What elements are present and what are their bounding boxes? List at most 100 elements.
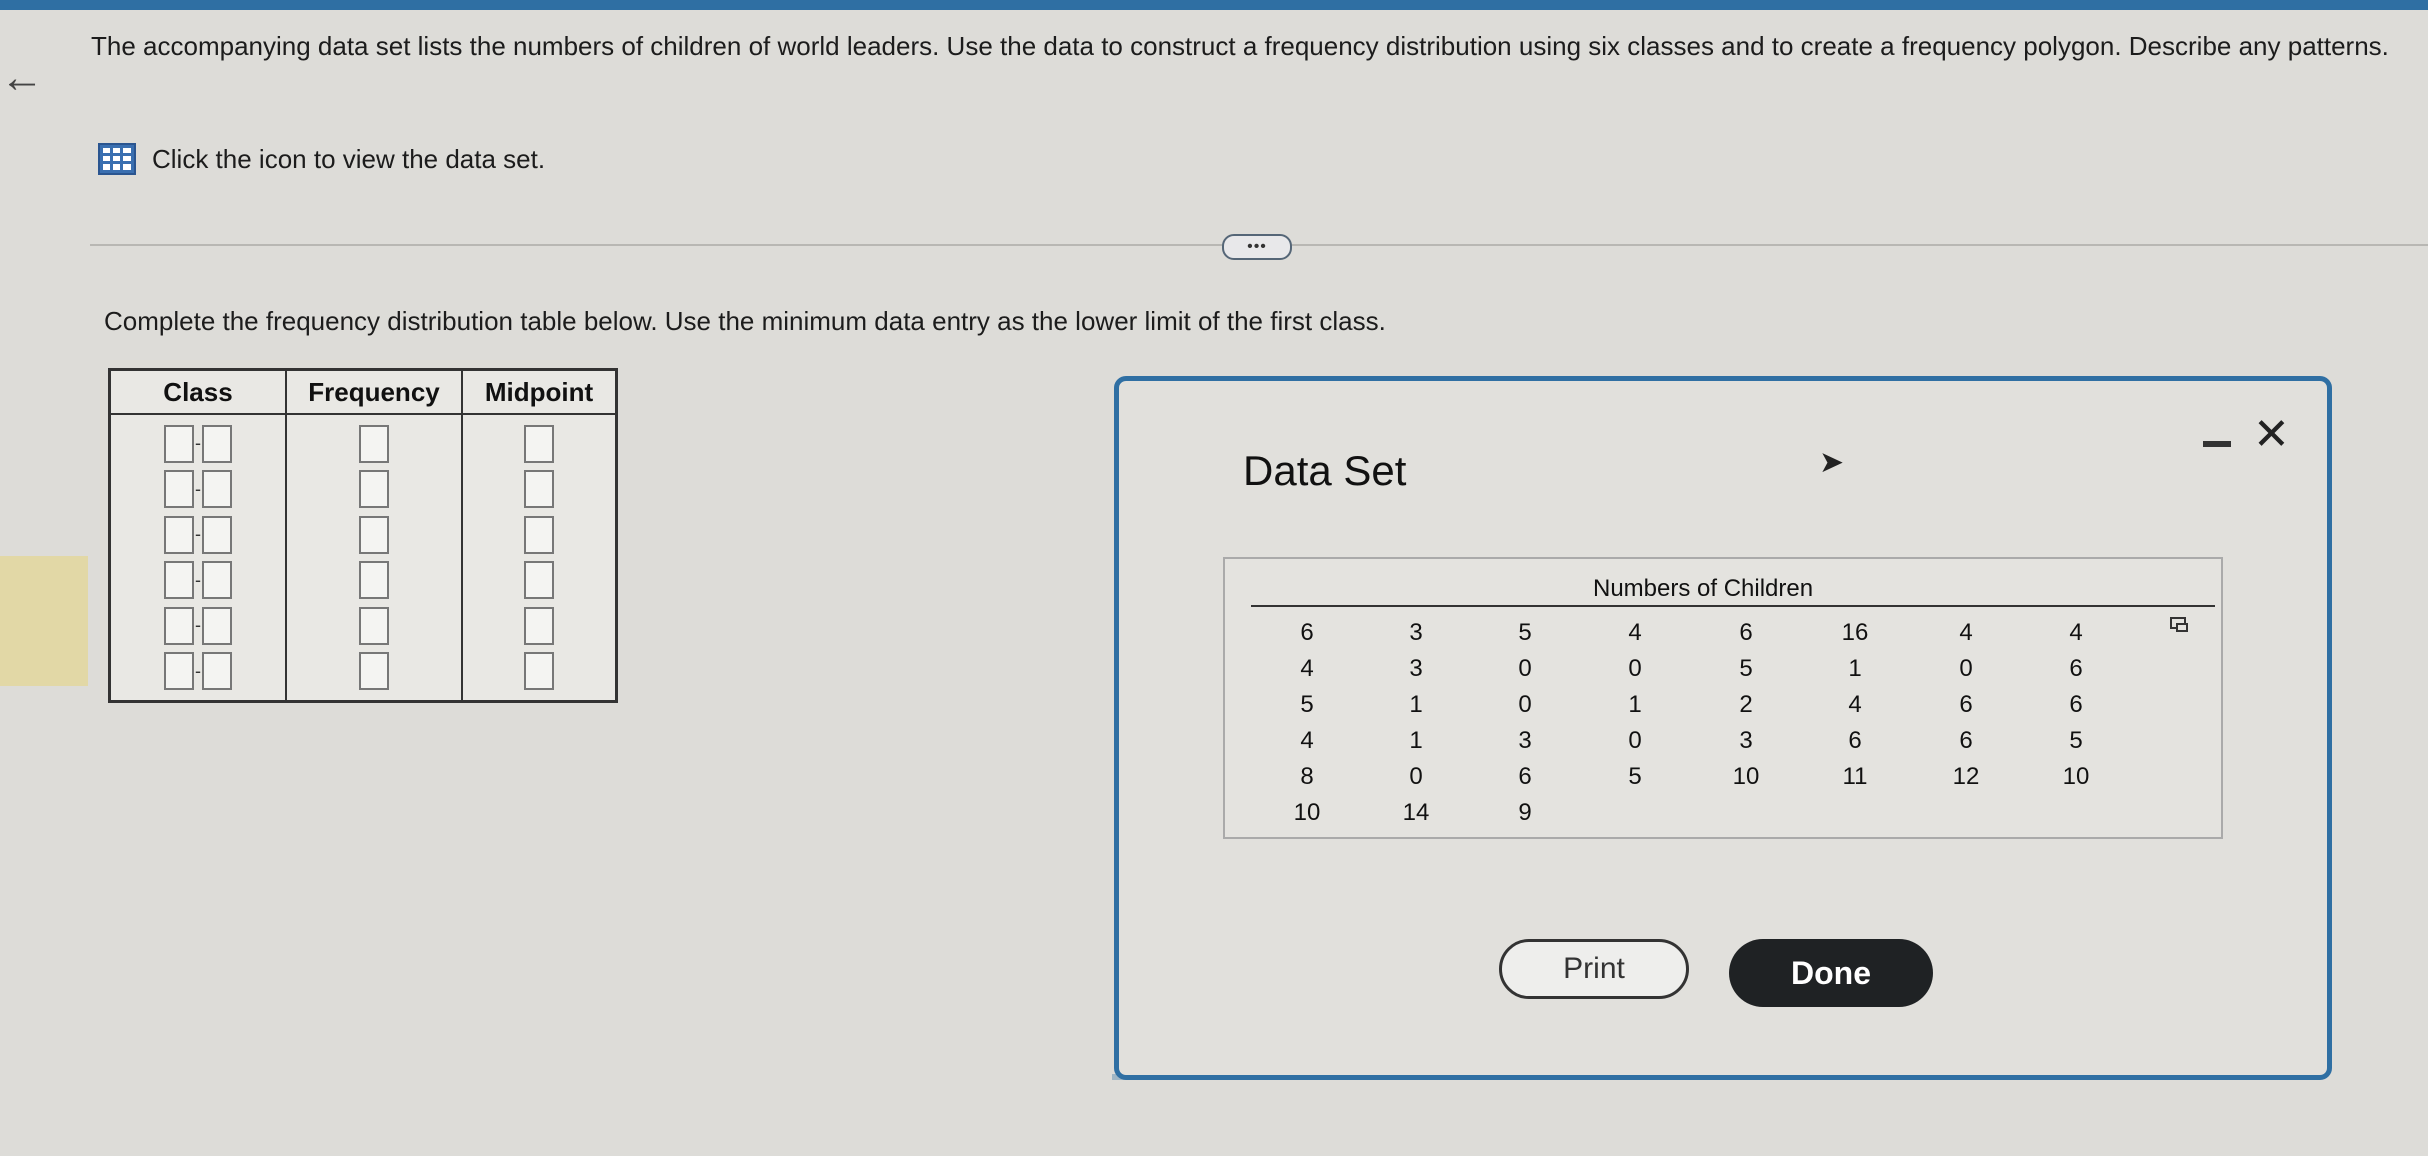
data-value: 11 — [1842, 763, 1868, 790]
class-lower-input[interactable] — [164, 561, 194, 600]
frequency-input[interactable] — [359, 561, 389, 600]
class-upper-input[interactable] — [202, 652, 232, 691]
back-arrow-icon[interactable]: ← — [0, 56, 44, 100]
header-frequency: Frequency — [285, 368, 463, 415]
data-column: 16 1 4 6 11 — [1825, 615, 1885, 795]
data-value: 1 — [1409, 691, 1423, 718]
class-lower-input[interactable] — [164, 515, 194, 554]
view-dataset-link[interactable]: Click the icon to view the data set. — [98, 143, 545, 175]
class-dash: - — [195, 569, 201, 590]
data-value: 0 — [1628, 655, 1642, 682]
midpoint-input[interactable] — [524, 561, 554, 600]
frequency-column — [285, 414, 463, 702]
midpoint-input[interactable] — [524, 424, 554, 463]
class-dash: - — [195, 615, 201, 636]
question-text: The accompanying data set lists the numb… — [91, 31, 2389, 61]
dialog-title: Data Set — [1243, 447, 1407, 494]
header-midpoint: Midpoint — [461, 368, 618, 415]
class-row: - — [164, 649, 232, 695]
data-value: 6 — [1300, 619, 1314, 646]
data-value: 6 — [1739, 619, 1753, 646]
data-column: 3 3 1 1 0 14 — [1386, 615, 1446, 831]
class-lower-input[interactable] — [164, 470, 194, 509]
class-row: - — [164, 421, 232, 467]
data-heading: Numbers of Children — [1593, 575, 1814, 602]
data-value: 1 — [1409, 727, 1423, 754]
data-value: 1 — [1628, 691, 1642, 718]
class-dash: - — [195, 478, 201, 499]
class-lower-input[interactable] — [164, 652, 194, 691]
close-icon[interactable]: ✕ — [2253, 413, 2290, 457]
frequency-input[interactable] — [359, 652, 389, 691]
mouse-cursor-icon: ➤ — [1819, 446, 1845, 479]
class-dash: - — [195, 660, 201, 681]
class-dash: - — [195, 433, 201, 454]
data-value: 8 — [1300, 763, 1314, 790]
data-value: 10 — [1293, 799, 1321, 826]
data-value: 10 — [1732, 763, 1760, 790]
class-lower-input[interactable] — [164, 424, 194, 463]
class-column: - - - - - - — [108, 414, 287, 702]
class-row: - — [164, 467, 232, 513]
data-value: 4 — [2069, 619, 2083, 646]
data-value: 5 — [1628, 763, 1642, 790]
frequency-input[interactable] — [359, 606, 389, 645]
data-column: 4 0 6 6 12 — [1936, 615, 1996, 795]
midpoint-column — [461, 414, 618, 702]
done-button[interactable]: Done — [1729, 939, 1933, 1007]
data-value: 3 — [1739, 727, 1753, 754]
data-value: 3 — [1409, 655, 1423, 682]
class-upper-input[interactable] — [202, 424, 232, 463]
data-value: 5 — [1300, 691, 1314, 718]
data-value: 0 — [1959, 655, 1973, 682]
midpoint-input[interactable] — [524, 515, 554, 554]
data-column: 6 5 2 3 10 — [1716, 615, 1776, 795]
class-lower-input[interactable] — [164, 606, 194, 645]
data-value: 6 — [2069, 655, 2083, 682]
class-upper-input[interactable] — [202, 561, 232, 600]
data-table: Numbers of Children 6 4 5 4 8 10 3 3 1 1 0 14 5 0 0 3 6 9… — [1223, 557, 2223, 839]
class-dash: - — [195, 524, 201, 545]
data-value: 6 — [1518, 763, 1532, 790]
midpoint-input[interactable] — [524, 606, 554, 645]
frequency-input[interactable] — [359, 515, 389, 554]
data-set-dialog: Data Set ➤ ✕ Numbers of Children 6 4 5 4 8 10… — [1114, 376, 2332, 1080]
class-row: - — [164, 558, 232, 604]
grid-table-icon[interactable] — [98, 143, 136, 175]
copy-icon[interactable] — [2169, 615, 2191, 635]
data-value: 9 — [1518, 799, 1532, 826]
data-value: 6 — [1959, 691, 1973, 718]
data-value: 3 — [1518, 727, 1532, 754]
data-value: 16 — [1841, 619, 1869, 646]
frequency-input[interactable] — [359, 424, 389, 463]
highlight-strip — [0, 556, 88, 686]
data-value: 12 — [1952, 763, 1980, 790]
data-value: 4 — [1300, 727, 1314, 754]
data-column: 4 0 1 0 5 — [1605, 615, 1665, 795]
frequency-distribution-table: Class Frequency Midpoint - - - - - - — [108, 368, 618, 703]
data-value: 0 — [1409, 763, 1423, 790]
data-value: 0 — [1518, 655, 1532, 682]
data-value: 6 — [2069, 691, 2083, 718]
data-value: 4 — [1848, 691, 1862, 718]
class-upper-input[interactable] — [202, 470, 232, 509]
data-value: 0 — [1518, 691, 1532, 718]
midpoint-input[interactable] — [524, 470, 554, 509]
print-button[interactable]: Print — [1499, 939, 1689, 999]
data-value: 4 — [1300, 655, 1314, 682]
frequency-input[interactable] — [359, 470, 389, 509]
data-value: 5 — [1739, 655, 1753, 682]
top-accent-bar — [0, 0, 2428, 10]
view-dataset-label[interactable]: Click the icon to view the data set. — [152, 144, 545, 175]
header-class: Class — [108, 368, 287, 415]
data-value: 4 — [1628, 619, 1642, 646]
expand-more-button[interactable]: ••• — [1222, 234, 1292, 260]
midpoint-input[interactable] — [524, 652, 554, 691]
class-upper-input[interactable] — [202, 515, 232, 554]
data-value: 6 — [1959, 727, 1973, 754]
class-upper-input[interactable] — [202, 606, 232, 645]
data-value: 5 — [2069, 727, 2083, 754]
minimize-icon[interactable] — [2203, 441, 2231, 447]
data-value: 2 — [1739, 691, 1753, 718]
class-row: - — [164, 512, 232, 558]
